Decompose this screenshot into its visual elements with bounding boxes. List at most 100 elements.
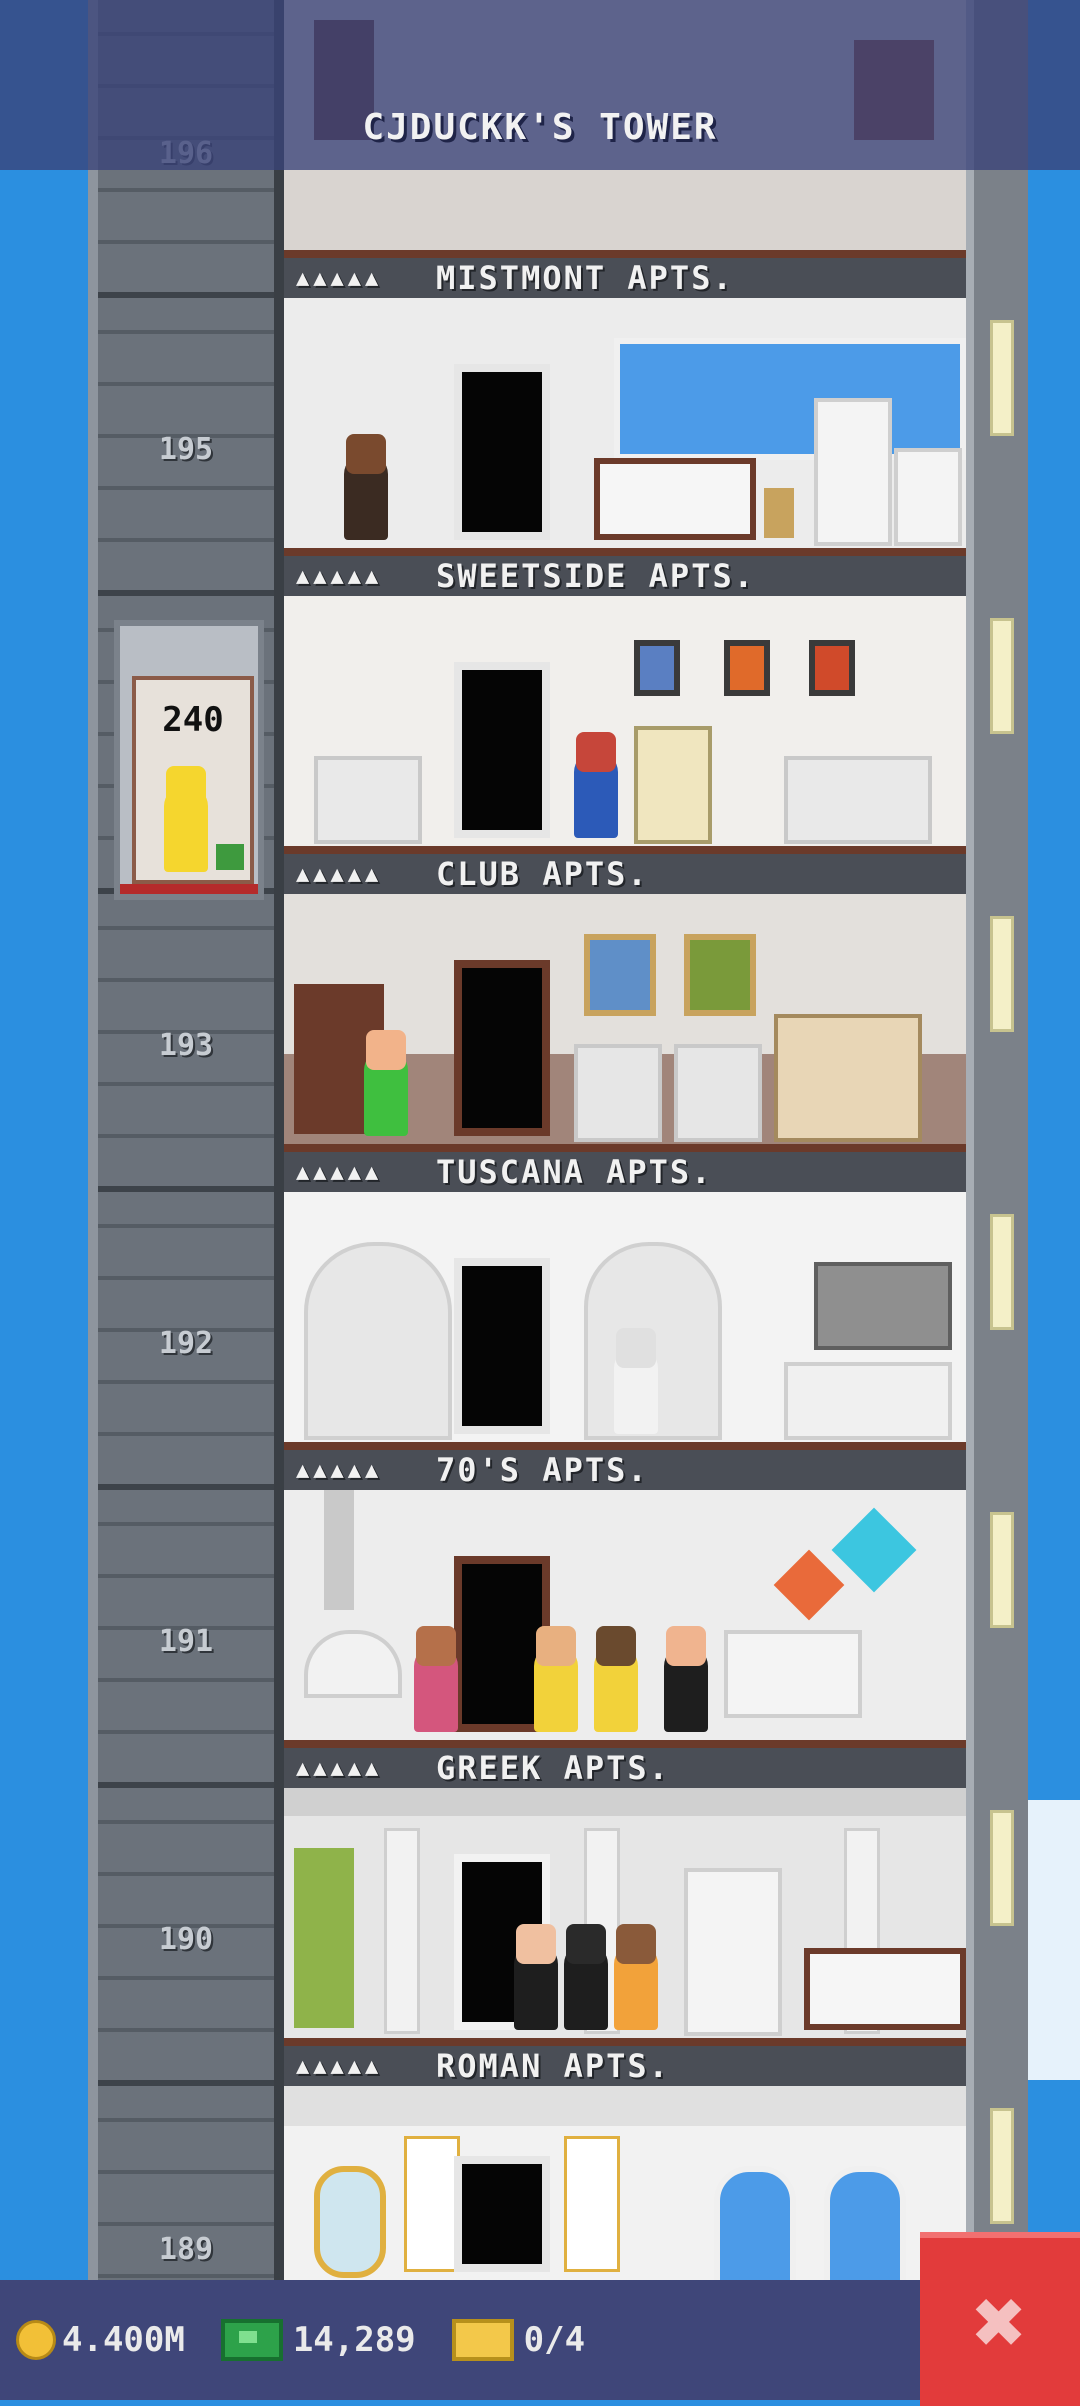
tower-header: CJDUCKK'S TOWER — [0, 0, 1080, 170]
fridge — [814, 398, 892, 546]
plant — [294, 1848, 354, 2028]
ticket-icon — [451, 2319, 514, 2361]
close-icon: ✖ — [972, 2269, 1028, 2375]
room — [284, 298, 966, 548]
ceiling-molding — [284, 2086, 966, 2126]
floor-label-bar: ▲▲▲▲▲ 70'S APTS. — [284, 1450, 966, 1490]
mirror — [314, 2166, 386, 2278]
bux-value: 14,289 — [292, 2320, 416, 2360]
resident[interactable] — [574, 732, 618, 838]
elevator-passenger — [164, 766, 208, 872]
arched-window — [714, 2166, 796, 2280]
tower-window — [990, 2108, 1014, 2224]
resident[interactable] — [594, 1626, 638, 1732]
floor-name: MISTMONT APTS. — [436, 259, 734, 297]
floor-number: 192 — [158, 1326, 214, 1361]
stove — [894, 448, 962, 546]
floor-name: CLUB APTS. — [436, 855, 649, 893]
floor-name: GREEK APTS. — [436, 1749, 670, 1787]
floor-193[interactable]: ▲▲▲▲▲ TUSCANA APTS. — [284, 894, 966, 1192]
resident[interactable] — [514, 1924, 558, 2030]
tower-side-column — [966, 0, 1028, 2280]
tower-window — [990, 916, 1014, 1032]
armchair — [674, 1044, 762, 1142]
door — [454, 960, 550, 1136]
elevator-floor — [120, 884, 258, 894]
picture-frame — [724, 640, 770, 696]
tower-window — [990, 1810, 1014, 1926]
resident[interactable] — [534, 1626, 578, 1732]
floor-base — [284, 250, 966, 258]
tickets-stat[interactable]: 0/4 — [432, 2319, 585, 2361]
window — [614, 338, 966, 460]
bookcase — [684, 1868, 782, 2036]
elevator-shaft[interactable]: 196 195 193 192 191 190 189 — [88, 0, 284, 2384]
floor-195[interactable]: ▲▲▲▲▲ SWEETSIDE APTS. — [284, 298, 966, 596]
floor-name: TUSCANA APTS. — [436, 1153, 713, 1191]
door — [454, 2156, 550, 2272]
floor-name: ROMAN APTS. — [436, 2047, 670, 2085]
bux-stat[interactable]: 14,289 — [201, 2319, 416, 2361]
floor-base — [284, 846, 966, 854]
sofa — [594, 458, 756, 540]
floor-label-bar: ▲▲▲▲▲ TUSCANA APTS. — [284, 1152, 966, 1192]
status-bar: 4.400M 14,289 0/4 — [0, 2280, 1080, 2400]
room — [284, 1490, 966, 1740]
ceiling-molding — [284, 1788, 966, 1816]
stars-icon: ▲▲▲▲▲ — [296, 1159, 383, 1185]
floor-190[interactable]: ▲▲▲▲▲ ROMAN APTS. — [284, 1788, 966, 2086]
coins-stat[interactable]: 4.400M — [16, 2320, 185, 2360]
resident[interactable] — [414, 1626, 458, 1732]
alcove — [304, 1242, 452, 1440]
floor-name: SWEETSIDE APTS. — [436, 557, 755, 595]
tower-window — [990, 1214, 1014, 1330]
counter — [784, 1362, 952, 1440]
door — [454, 364, 550, 540]
floor-number: 191 — [158, 1624, 214, 1659]
elevator-passenger-count: 240 — [162, 700, 224, 740]
floor-base — [284, 1740, 966, 1748]
tower-window — [990, 320, 1014, 436]
resident[interactable] — [614, 1924, 658, 2030]
resident[interactable] — [344, 434, 388, 540]
bux-icon — [220, 2319, 283, 2361]
armchair — [314, 756, 422, 844]
banner — [404, 2136, 460, 2272]
wall-decor — [831, 1507, 917, 1593]
resident[interactable] — [564, 1924, 608, 2030]
stars-icon: ▲▲▲▲▲ — [296, 1755, 383, 1781]
tower-window — [990, 1512, 1014, 1628]
floor-label-bar: ▲▲▲▲▲ ROMAN APTS. — [284, 2046, 966, 2086]
stars-icon: ▲▲▲▲▲ — [296, 2053, 383, 2079]
plant-pot — [764, 488, 794, 538]
floor-194[interactable]: ▲▲▲▲▲ CLUB APTS. — [284, 596, 966, 894]
close-button[interactable]: ✖ — [920, 2232, 1080, 2406]
room — [284, 596, 966, 846]
floor-189[interactable] — [284, 2086, 966, 2280]
banner — [564, 2136, 620, 2272]
shaft-floor: 192 — [98, 1192, 274, 1490]
floor-base — [284, 548, 966, 556]
floor-191[interactable]: ▲▲▲▲▲ GREEK APTS. — [284, 1490, 966, 1788]
fireplace — [774, 1014, 922, 1142]
floor-label-bar: ▲▲▲▲▲ CLUB APTS. — [284, 854, 966, 894]
coin-icon — [16, 2320, 56, 2360]
resident[interactable] — [364, 1030, 408, 1136]
floor-number: 195 — [158, 432, 214, 467]
shaft-floor: 190 — [98, 1788, 274, 2086]
elevator-car[interactable]: 240 — [114, 620, 264, 900]
room — [284, 1192, 966, 1442]
arched-window — [824, 2166, 906, 2280]
sofa — [784, 756, 932, 844]
portrait — [684, 934, 756, 1016]
floor-192[interactable]: ▲▲▲▲▲ 70'S APTS. — [284, 1192, 966, 1490]
fireplace-hood — [324, 1490, 354, 1610]
resident[interactable] — [614, 1328, 658, 1434]
portrait — [584, 934, 656, 1016]
room — [284, 1788, 966, 2038]
room — [284, 894, 966, 1144]
floor-base — [284, 2038, 966, 2046]
shaft-floor: 191 — [98, 1490, 274, 1788]
shaft-floor: 193 — [98, 894, 274, 1192]
resident[interactable] — [664, 1626, 708, 1732]
